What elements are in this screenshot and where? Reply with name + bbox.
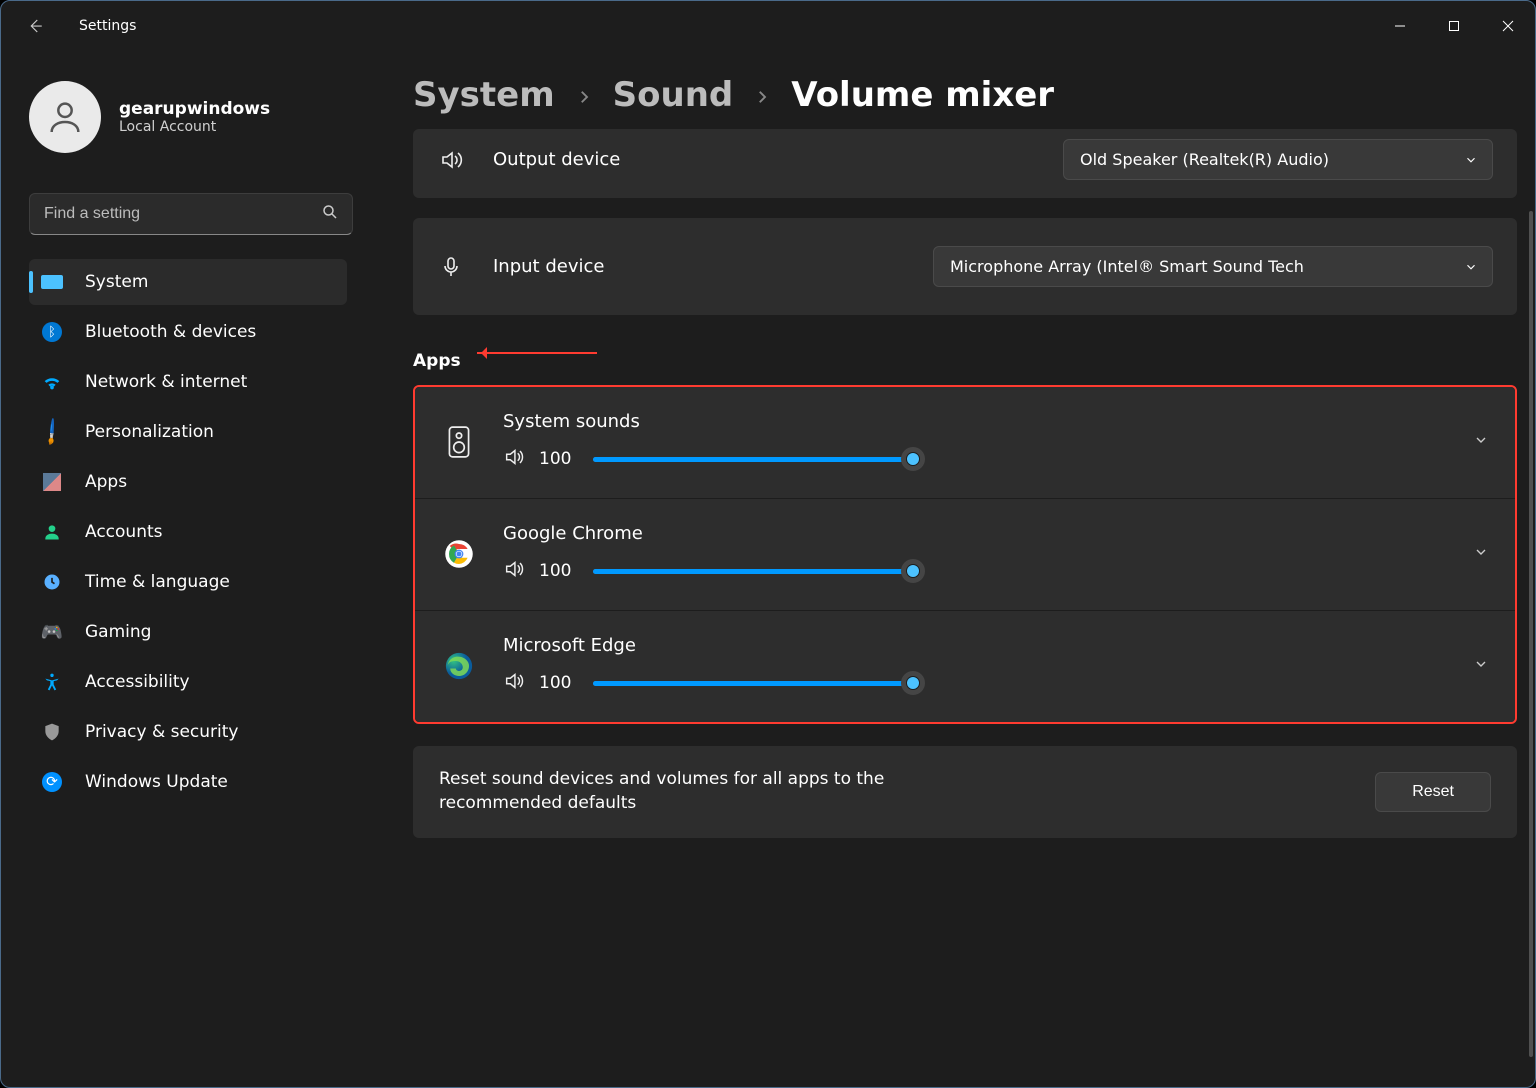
- output-device-value: Old Speaker (Realtek(R) Audio): [1080, 150, 1329, 169]
- scrollbar[interactable]: [1529, 211, 1533, 1057]
- volume-icon[interactable]: [503, 446, 525, 472]
- sidebar: gearupwindows Local Account System ᛒ Blu…: [1, 51, 371, 1087]
- app-row-edge[interactable]: Microsoft Edge 100: [415, 611, 1515, 722]
- chevron-down-icon[interactable]: [1473, 656, 1489, 676]
- profile-subtitle: Local Account: [119, 119, 270, 135]
- sidebar-item-label: Time & language: [85, 572, 230, 592]
- app-name: Google Chrome: [503, 523, 1447, 544]
- sidebar-item-label: Privacy & security: [85, 722, 239, 742]
- breadcrumb-current: Volume mixer: [791, 75, 1054, 115]
- output-device-label: Output device: [493, 149, 653, 170]
- settings-window: Settings gearupwindows Local Accou: [0, 0, 1536, 1088]
- sidebar-item-system[interactable]: System: [29, 259, 347, 305]
- sidebar-item-label: Bluetooth & devices: [85, 322, 256, 342]
- breadcrumb: System Sound Volume mixer: [413, 75, 1517, 115]
- input-device-value: Microphone Array (Intel® Smart Sound Tec…: [950, 257, 1304, 276]
- search-icon: [321, 203, 339, 225]
- brush-icon: 🖌️: [37, 417, 68, 448]
- breadcrumb-system[interactable]: System: [413, 75, 555, 115]
- apps-icon: [41, 471, 63, 493]
- avatar: [29, 81, 101, 153]
- accessibility-icon: [41, 671, 63, 693]
- gamepad-icon: 🎮: [41, 621, 63, 643]
- app-name: System sounds: [503, 411, 1447, 432]
- sidebar-item-bluetooth[interactable]: ᛒ Bluetooth & devices: [29, 309, 347, 355]
- input-device-card: Input device Microphone Array (Intel® Sm…: [413, 218, 1517, 315]
- close-button[interactable]: [1481, 6, 1535, 46]
- volume-slider[interactable]: [593, 448, 913, 470]
- nav-list: System ᛒ Bluetooth & devices Network & i…: [29, 259, 353, 805]
- input-device-label: Input device: [493, 256, 653, 277]
- main-content: System Sound Volume mixer Output device: [371, 51, 1535, 1087]
- sidebar-item-personalization[interactable]: 🖌️ Personalization: [29, 409, 347, 455]
- speaker-device-icon: [441, 424, 477, 460]
- search-input[interactable]: [29, 193, 353, 235]
- input-device-select[interactable]: Microphone Array (Intel® Smart Sound Tec…: [933, 246, 1493, 287]
- back-button[interactable]: [19, 10, 51, 42]
- output-device-card: Output device Old Speaker (Realtek(R) Au…: [413, 129, 1517, 198]
- bluetooth-icon: ᛒ: [41, 321, 63, 343]
- sidebar-item-time[interactable]: Time & language: [29, 559, 347, 605]
- minimize-button[interactable]: [1373, 6, 1427, 46]
- sidebar-item-accounts[interactable]: Accounts: [29, 509, 347, 555]
- app-name: Microsoft Edge: [503, 635, 1447, 656]
- reset-row: Reset sound devices and volumes for all …: [413, 746, 1517, 838]
- apps-section-title: Apps: [413, 351, 461, 371]
- person-icon: [41, 521, 63, 543]
- volume-slider[interactable]: [593, 672, 913, 694]
- app-row-system-sounds[interactable]: System sounds 100: [415, 387, 1515, 499]
- volume-icon[interactable]: [503, 558, 525, 584]
- volume-value: 100: [539, 561, 579, 581]
- sidebar-item-label: Network & internet: [85, 372, 247, 392]
- clock-icon: [41, 571, 63, 593]
- profile-name: gearupwindows: [119, 99, 270, 119]
- sidebar-item-label: Apps: [85, 472, 127, 492]
- profile-block[interactable]: gearupwindows Local Account: [29, 81, 353, 153]
- sidebar-item-apps[interactable]: Apps: [29, 459, 347, 505]
- maximize-button[interactable]: [1427, 6, 1481, 46]
- sidebar-item-network[interactable]: Network & internet: [29, 359, 347, 405]
- speaker-icon: [437, 148, 465, 172]
- system-icon: [41, 271, 63, 293]
- sidebar-item-privacy[interactable]: Privacy & security: [29, 709, 347, 755]
- sidebar-item-label: System: [85, 272, 148, 292]
- sidebar-item-label: Personalization: [85, 422, 214, 442]
- chevron-right-icon: [753, 75, 771, 115]
- chrome-icon: [441, 536, 477, 572]
- titlebar: Settings: [1, 1, 1535, 51]
- volume-value: 100: [539, 673, 579, 693]
- reset-description: Reset sound devices and volumes for all …: [439, 768, 999, 816]
- sidebar-item-accessibility[interactable]: Accessibility: [29, 659, 347, 705]
- output-device-select[interactable]: Old Speaker (Realtek(R) Audio): [1063, 139, 1493, 180]
- sidebar-item-label: Windows Update: [85, 772, 228, 792]
- breadcrumb-sound[interactable]: Sound: [613, 75, 734, 115]
- apps-highlight-box: System sounds 100: [413, 385, 1517, 724]
- sidebar-item-gaming[interactable]: 🎮 Gaming: [29, 609, 347, 655]
- chevron-right-icon: [575, 75, 593, 115]
- app-title: Settings: [79, 18, 136, 34]
- edge-icon: [441, 648, 477, 684]
- chevron-down-icon[interactable]: [1473, 432, 1489, 452]
- reset-button[interactable]: Reset: [1375, 772, 1491, 812]
- app-row-chrome[interactable]: Google Chrome 100: [415, 499, 1515, 611]
- search-box: [29, 193, 353, 235]
- annotation-arrow: [477, 352, 597, 354]
- volume-slider[interactable]: [593, 560, 913, 582]
- update-icon: ⟳: [41, 771, 63, 793]
- microphone-icon: [437, 255, 465, 279]
- volume-icon[interactable]: [503, 670, 525, 696]
- chevron-down-icon[interactable]: [1473, 544, 1489, 564]
- sidebar-item-label: Accessibility: [85, 672, 190, 692]
- sidebar-item-update[interactable]: ⟳ Windows Update: [29, 759, 347, 805]
- wifi-icon: [41, 371, 63, 393]
- shield-icon: [41, 721, 63, 743]
- sidebar-item-label: Gaming: [85, 622, 151, 642]
- volume-value: 100: [539, 449, 579, 469]
- sidebar-item-label: Accounts: [85, 522, 163, 542]
